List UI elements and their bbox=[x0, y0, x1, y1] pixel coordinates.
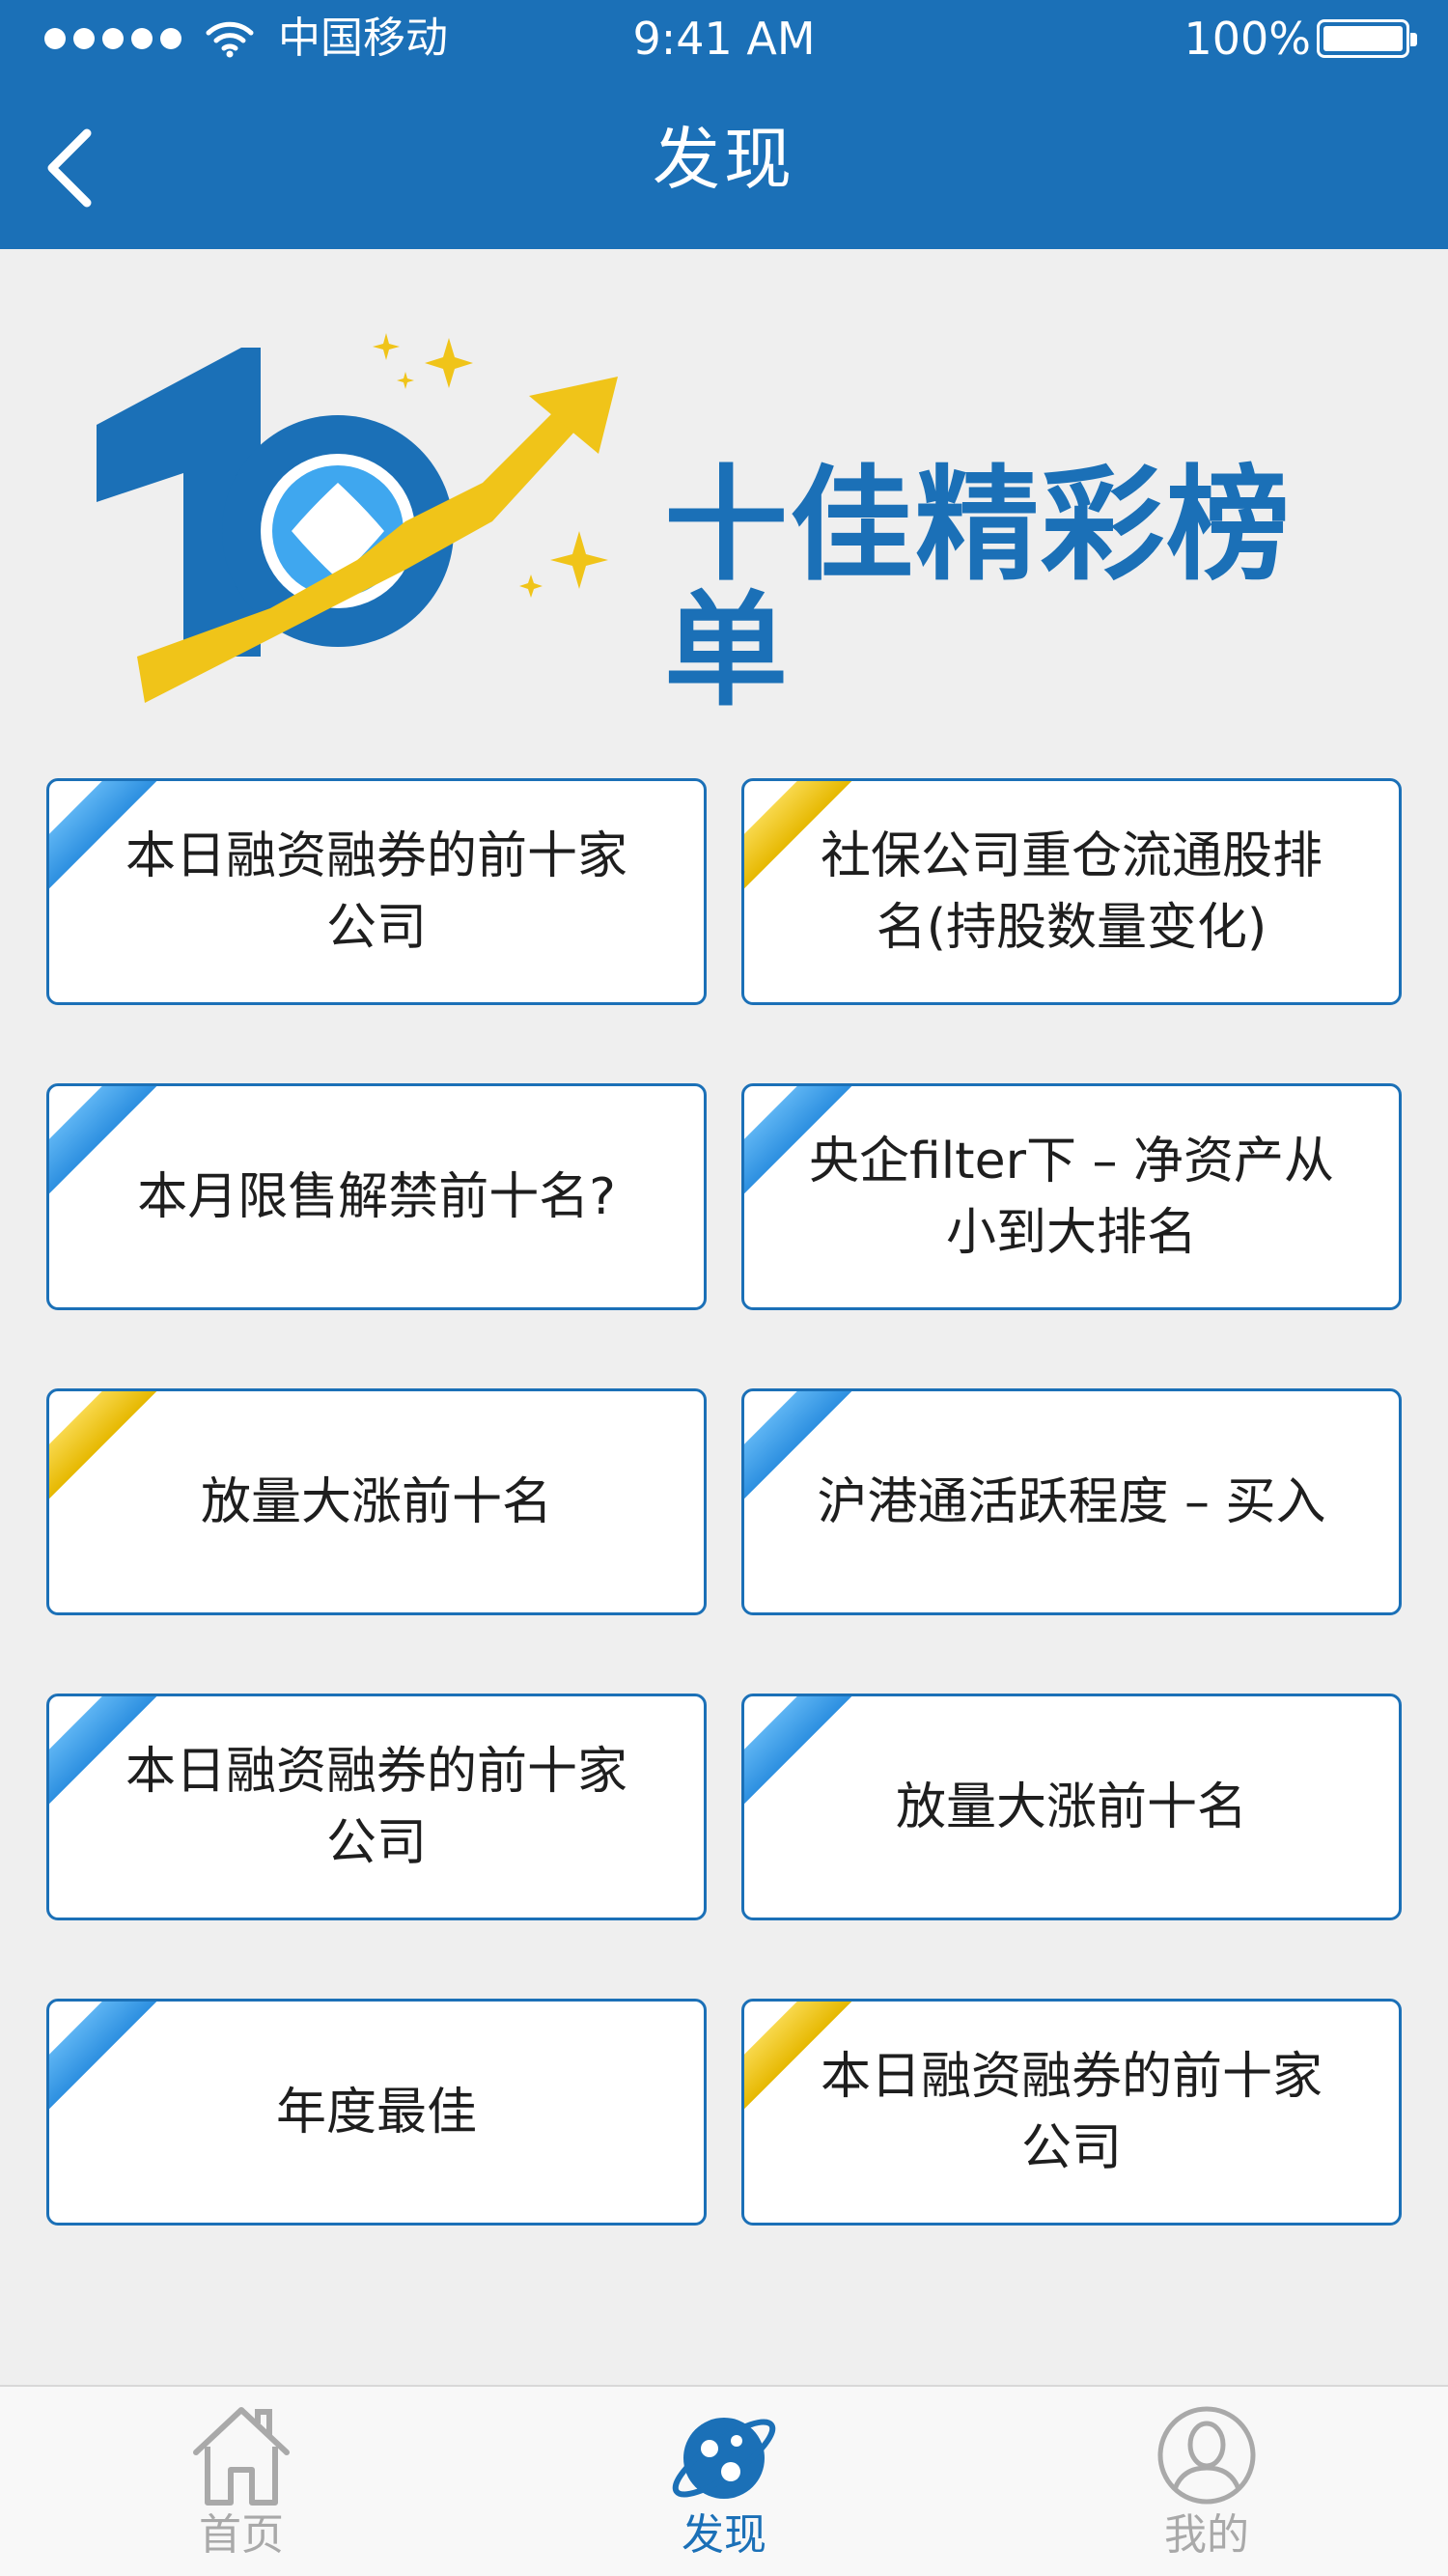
page-title: 发现 bbox=[653, 120, 795, 199]
top10-chart-logo bbox=[97, 333, 618, 703]
card-label: 年度最佳 bbox=[275, 2083, 477, 2142]
card-label: 社保公司重仓流通股排名(持股数量变化) bbox=[820, 826, 1323, 957]
card-label: 本日融资融券的前十家公司 bbox=[125, 826, 627, 957]
battery-icon bbox=[1317, 19, 1417, 58]
ranking-card[interactable]: 放量大涨前十名 bbox=[46, 1388, 707, 1615]
status-right: 100% bbox=[1183, 12, 1417, 66]
card-label: 放量大涨前十名 bbox=[895, 1778, 1247, 1836]
tab-bar: 首页 发现 我的 bbox=[0, 2385, 1448, 2576]
card-label: 本月限售解禁前十名? bbox=[137, 1167, 616, 1226]
ranking-card[interactable]: 本月限售解禁前十名? bbox=[46, 1083, 707, 1310]
card-label: 放量大涨前十名 bbox=[200, 1472, 552, 1531]
ranking-card[interactable]: 央企filter下 – 净资产从小到大排名 bbox=[741, 1083, 1402, 1310]
discover-planet-icon bbox=[672, 2418, 776, 2499]
battery-percent: 100% bbox=[1183, 13, 1311, 65]
ranking-card[interactable]: 本日融资融券的前十家公司 bbox=[741, 1999, 1402, 2226]
status-bar: 中国移动 9:41 AM 100% bbox=[0, 0, 1448, 77]
card-label: 本日融资融券的前十家公司 bbox=[125, 1742, 627, 1872]
tab-home[interactable]: 首页 bbox=[0, 2387, 483, 2576]
ranking-card[interactable]: 社保公司重仓流通股排名(持股数量变化) bbox=[741, 778, 1402, 1005]
tab-label: 首页 bbox=[199, 2510, 284, 2560]
home-icon bbox=[193, 2407, 290, 2506]
card-label: 沪港通活跃程度 – 买入 bbox=[817, 1472, 1326, 1531]
tab-label: 我的 bbox=[1164, 2510, 1249, 2560]
user-profile-icon bbox=[1157, 2406, 1256, 2505]
ranking-card[interactable]: 本日融资融券的前十家公司 bbox=[46, 1694, 707, 1920]
header: 中国移动 9:41 AM 100% 发现 bbox=[0, 0, 1448, 249]
ranking-card[interactable]: 放量大涨前十名 bbox=[741, 1694, 1402, 1920]
ranking-card[interactable]: 本日融资融券的前十家公司 bbox=[46, 778, 707, 1005]
card-label: 本日融资融券的前十家公司 bbox=[820, 2047, 1323, 2177]
nav-bar: 发现 bbox=[0, 77, 1448, 249]
ranking-card[interactable]: 沪港通活跃程度 – 买入 bbox=[741, 1388, 1402, 1615]
tab-profile[interactable]: 我的 bbox=[965, 2387, 1448, 2576]
banner: 十佳精彩榜单 bbox=[77, 328, 1390, 714]
tab-label: 发现 bbox=[682, 2510, 766, 2560]
tab-discover[interactable]: 发现 bbox=[483, 2387, 965, 2576]
banner-title: 十佳精彩榜单 bbox=[664, 454, 1293, 723]
ranking-card[interactable]: 年度最佳 bbox=[46, 1999, 707, 2226]
card-label: 央企filter下 – 净资产从小到大排名 bbox=[808, 1132, 1335, 1262]
